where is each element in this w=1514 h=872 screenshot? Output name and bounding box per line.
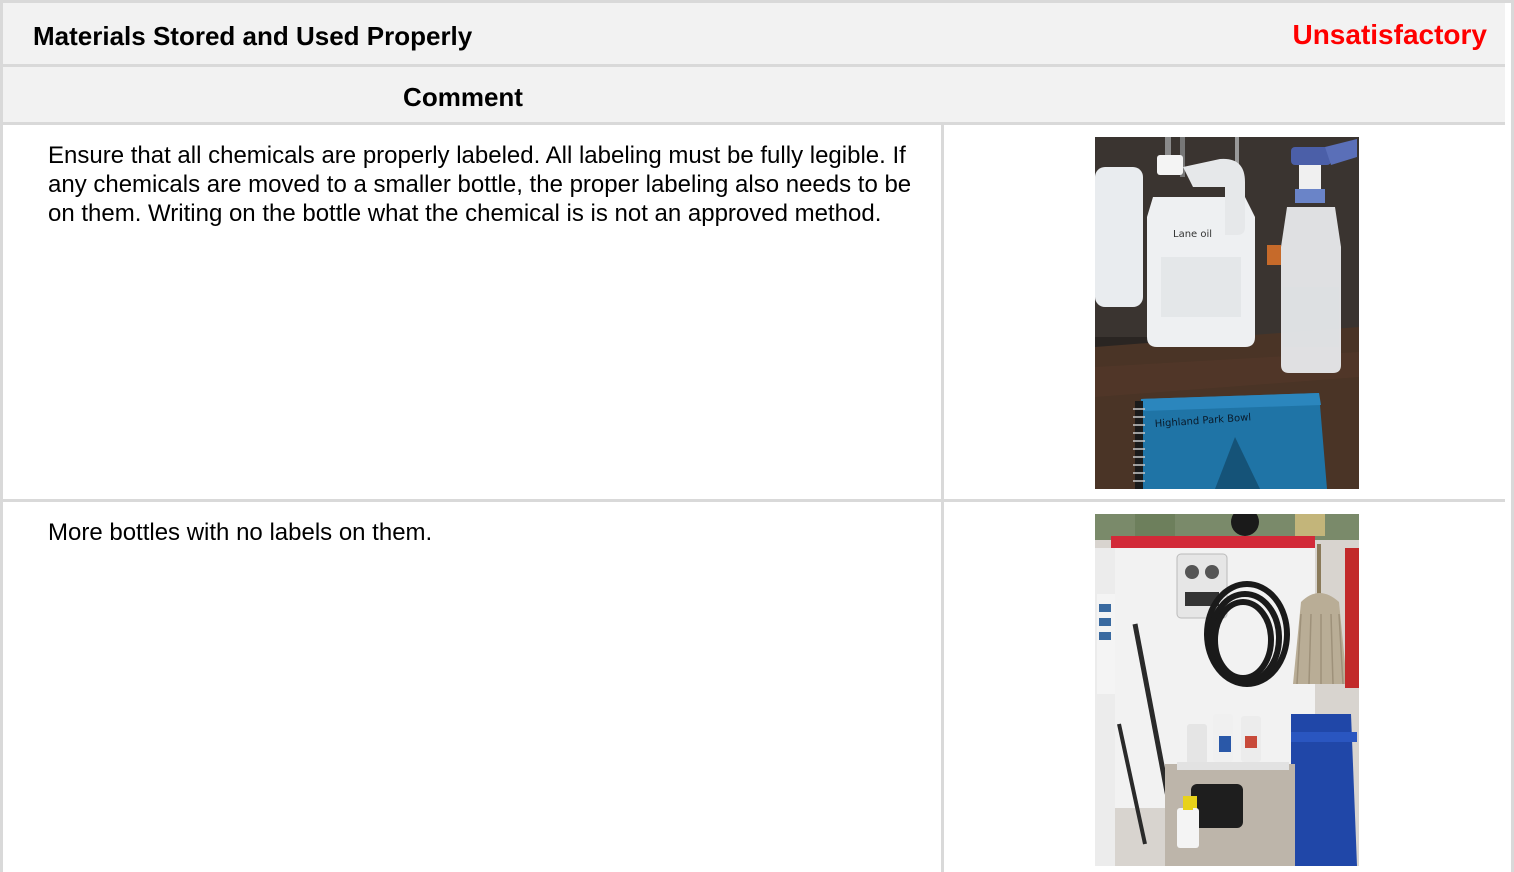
- finding-row: Ensure that all chemicals are properly l…: [3, 125, 1505, 502]
- comment-cell: Ensure that all chemicals are properly l…: [3, 125, 944, 499]
- section-title: Materials Stored and Used Properly: [33, 21, 473, 51]
- comment-header-label: Comment: [403, 82, 523, 112]
- photo-cell: [944, 502, 1505, 872]
- photo-handwritten-label: Lane oil: [1173, 229, 1212, 240]
- photo-cell: Lane oil Highland Park Bowl: [944, 125, 1505, 499]
- finding-photo[interactable]: Lane oil Highland Park Bowl: [1095, 137, 1359, 489]
- comment-column-header: Comment: [3, 67, 1505, 125]
- status-label: Unsatisfactory: [1292, 19, 1487, 50]
- finding-photo[interactable]: [1095, 514, 1359, 866]
- comment-text: Ensure that all chemicals are properly l…: [48, 142, 912, 227]
- section-header: Materials Stored and Used Properly Unsat…: [3, 3, 1505, 67]
- comment-cell: More bottles with no labels on them.: [3, 502, 944, 872]
- comment-text: More bottles with no labels on them.: [48, 519, 433, 546]
- finding-row: More bottles with no labels on them.: [3, 502, 1505, 872]
